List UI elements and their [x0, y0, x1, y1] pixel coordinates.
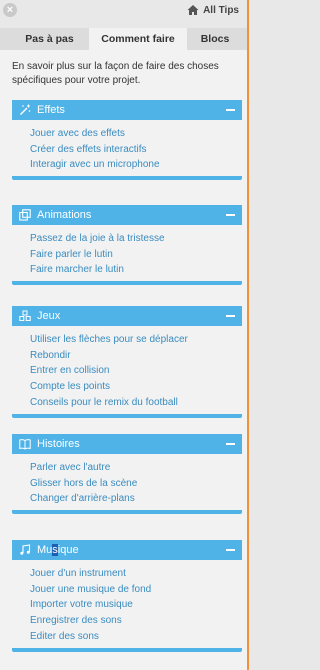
collapse-icon[interactable]	[226, 109, 235, 111]
game-blocks-icon	[19, 310, 31, 321]
tip-link[interactable]: Glisser hors de la scène	[12, 476, 242, 492]
tip-link[interactable]: Parler avec l'autre	[12, 460, 242, 476]
tip-link[interactable]: Editer des sons	[12, 629, 242, 645]
collapse-icon[interactable]	[226, 443, 235, 445]
section-footer	[12, 510, 242, 515]
section-animations: Animations Passez de la joie à la triste…	[12, 205, 242, 286]
tab-blocs[interactable]: Blocs	[189, 28, 241, 50]
all-tips-label: All Tips	[203, 4, 239, 16]
music-note-icon	[20, 544, 31, 555]
section-title: Effets	[37, 104, 65, 116]
section-musique: Musique Jouer d'un instrument Jouer une …	[12, 540, 242, 652]
tip-link[interactable]: Changer d'arrière-plans	[12, 491, 242, 507]
tips-topbar: × All Tips	[0, 0, 247, 22]
all-tips-button[interactable]: All Tips	[187, 4, 239, 16]
section-footer	[12, 647, 242, 652]
section-footer	[12, 176, 242, 181]
tip-link[interactable]: Rebondir	[12, 348, 242, 364]
section-histoires: Histoires Parler avec l'autre Glisser ho…	[12, 434, 242, 515]
tip-link[interactable]: Utiliser les flèches pour se déplacer	[12, 332, 242, 348]
tip-link[interactable]: Interagir avec un microphone	[12, 157, 242, 173]
tip-tabs: Pas à pas Comment faire Blocs	[0, 28, 247, 50]
tips-content: En savoir plus sur la façon de faire des…	[0, 50, 247, 670]
section-header-musique[interactable]: Musique	[12, 540, 242, 560]
section-footer	[12, 281, 242, 286]
panel-right-border	[247, 0, 249, 670]
section-title: Musique	[37, 544, 79, 556]
section-title: Jeux	[37, 310, 61, 322]
book-icon	[19, 439, 31, 450]
section-header-histoires[interactable]: Histoires	[12, 434, 242, 454]
tip-link[interactable]: Entrer en collision	[12, 363, 242, 379]
tip-link[interactable]: Faire parler le lutin	[12, 247, 242, 263]
magic-wand-icon	[20, 104, 31, 115]
home-icon	[187, 5, 199, 15]
section-jeux: Jeux Utiliser les flèches pour se déplac…	[12, 306, 242, 418]
section-title: Histoires	[37, 438, 80, 450]
tip-link[interactable]: Faire marcher le lutin	[12, 262, 242, 278]
section-header-effets[interactable]: Effets	[12, 100, 242, 120]
section-title: Animations	[37, 209, 92, 221]
tip-link[interactable]: Conseils pour le remix du football	[12, 395, 242, 411]
tip-link[interactable]: Importer votre musique	[12, 597, 242, 613]
collapse-icon[interactable]	[226, 549, 235, 551]
intro-text: En savoir plus sur la façon de faire des…	[12, 61, 219, 86]
tip-link[interactable]: Enregistrer des sons	[12, 613, 242, 629]
tip-link[interactable]: Passez de la joie à la tristesse	[12, 231, 242, 247]
tab-pas-a-pas[interactable]: Pas à pas	[12, 28, 87, 50]
collapse-icon[interactable]	[226, 315, 235, 317]
close-icon[interactable]: ×	[3, 3, 17, 17]
section-header-jeux[interactable]: Jeux	[12, 306, 242, 326]
section-effets: Effets Jouer avec des effets Créer des e…	[12, 100, 242, 181]
tab-comment-faire[interactable]: Comment faire	[89, 28, 187, 50]
tip-link[interactable]: Créer des effets interactifs	[12, 142, 242, 158]
tip-link[interactable]: Compte les points	[12, 379, 242, 395]
section-header-animations[interactable]: Animations	[12, 205, 242, 225]
tip-link[interactable]: Jouer une musique de fond	[12, 582, 242, 598]
tip-link[interactable]: Jouer d'un instrument	[12, 566, 242, 582]
collapse-icon[interactable]	[226, 214, 235, 216]
section-footer	[12, 413, 242, 418]
animation-frames-icon	[19, 209, 31, 221]
tip-link[interactable]: Jouer avec des effets	[12, 126, 242, 142]
